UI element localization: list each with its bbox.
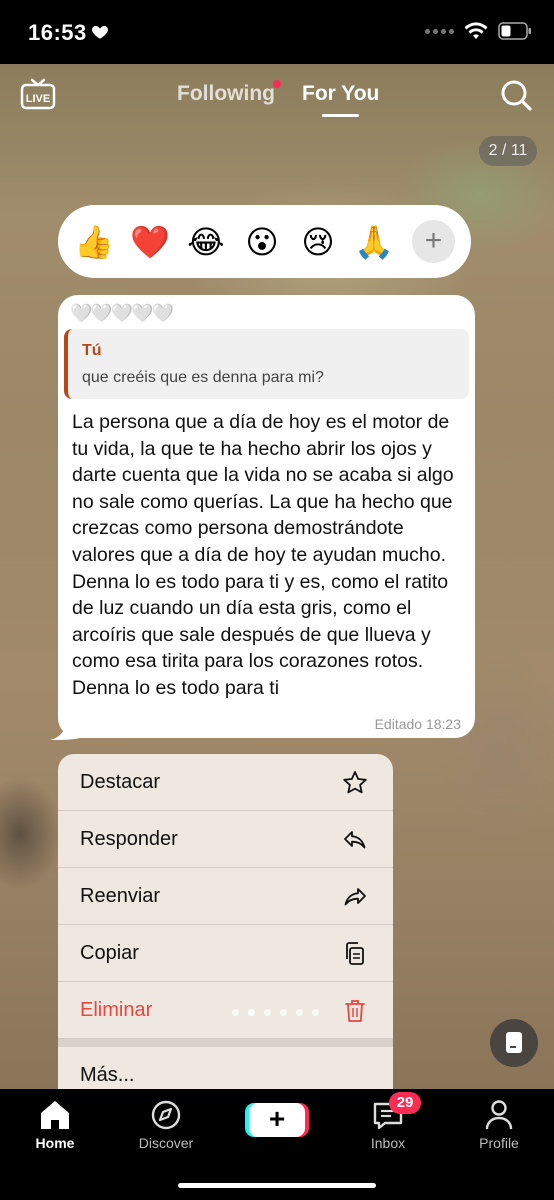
copy-icon [346, 942, 364, 965]
forward-icon [344, 888, 366, 906]
hearts-row: 🤍🤍🤍🤍🤍 [70, 303, 174, 323]
pager-dots [232, 1009, 319, 1016]
wifi-icon [464, 22, 488, 39]
pray-reaction[interactable]: 🙏 [354, 223, 394, 261]
battery-icon [498, 22, 531, 40]
tab-following[interactable]: Following [177, 82, 275, 106]
nav-profile-label: Profile [479, 1135, 519, 1151]
search-icon[interactable] [499, 78, 533, 112]
compass-icon [151, 1100, 181, 1130]
quote-author: Tú [82, 342, 102, 359]
nav-profile[interactable]: Profile [459, 1099, 539, 1151]
star-icon [343, 771, 367, 794]
menu-separator [58, 1039, 393, 1047]
menu-item-label: Eliminar [80, 999, 153, 1021]
active-tab-indicator [322, 114, 359, 117]
menu-item-reenviar[interactable]: Reenviar [58, 868, 393, 925]
sad-reaction[interactable]: 😢 [299, 223, 337, 261]
nav-discover-label: Discover [138, 1135, 194, 1151]
status-indicators [425, 22, 532, 40]
menu-item-label: Responder [80, 828, 178, 850]
home-indicator [178, 1183, 376, 1188]
heart-reaction[interactable]: ❤️ [130, 223, 170, 261]
add-reaction-button[interactable]: + [412, 220, 455, 263]
menu-item-label: Reenviar [80, 885, 161, 907]
menu-item-destacar[interactable]: Destacar [58, 754, 393, 811]
menu-item-more[interactable]: Más... [80, 1064, 134, 1087]
signal-icon [425, 28, 454, 34]
feed-tabs: Following For You [0, 80, 554, 120]
status-time: 16:53 [28, 20, 87, 45]
notes-button[interactable] [490, 1019, 538, 1067]
inbox-badge: 29 [389, 1092, 421, 1114]
message-text: La persona que a día de hoy es el motor … [72, 411, 454, 699]
menu-item-label: Destacar [80, 771, 161, 793]
profile-icon [485, 1100, 513, 1130]
menu-item-eliminar[interactable]: Eliminar [58, 982, 393, 1039]
surprised-reaction[interactable]: 😮 [243, 223, 281, 261]
context-menu: Destacar Responder Reenviar Copiar Elimi… [58, 754, 393, 1089]
message-bubble[interactable]: 🤍🤍🤍🤍🤍 Tú que creéis que es denna para mi… [58, 295, 475, 738]
create-button[interactable]: + [249, 1103, 305, 1137]
reaction-bar: 👍 ❤️ 😂 😮 😢 🙏 + [58, 205, 471, 278]
page-indicator: 2 / 11 [479, 136, 537, 166]
quote-text: que creéis que es denna para mi? [82, 369, 324, 386]
thumbs-up-reaction[interactable]: 👍 [74, 223, 114, 261]
nav-home[interactable]: Home [15, 1099, 95, 1151]
laugh-reaction[interactable]: 😂 [187, 223, 225, 261]
home-icon [41, 1101, 69, 1129]
notification-dot [273, 80, 281, 88]
nav-discover[interactable]: Discover [126, 1099, 206, 1151]
status-bar: 16:53 [0, 0, 554, 64]
tab-for-you[interactable]: For You [302, 82, 379, 106]
heart-icon [92, 26, 108, 39]
nav-inbox-label: Inbox [370, 1135, 406, 1151]
quoted-message[interactable]: Tú que creéis que es denna para mi? [64, 329, 469, 399]
document-icon [506, 1032, 522, 1053]
menu-item-copiar[interactable]: Copiar [58, 925, 393, 982]
menu-item-label: Copiar [80, 942, 139, 964]
nav-home-label: Home [35, 1135, 75, 1151]
trash-icon [345, 1000, 365, 1022]
reply-icon [344, 831, 366, 849]
message-meta: Editado 18:23 [374, 716, 461, 732]
menu-item-responder[interactable]: Responder [58, 811, 393, 868]
